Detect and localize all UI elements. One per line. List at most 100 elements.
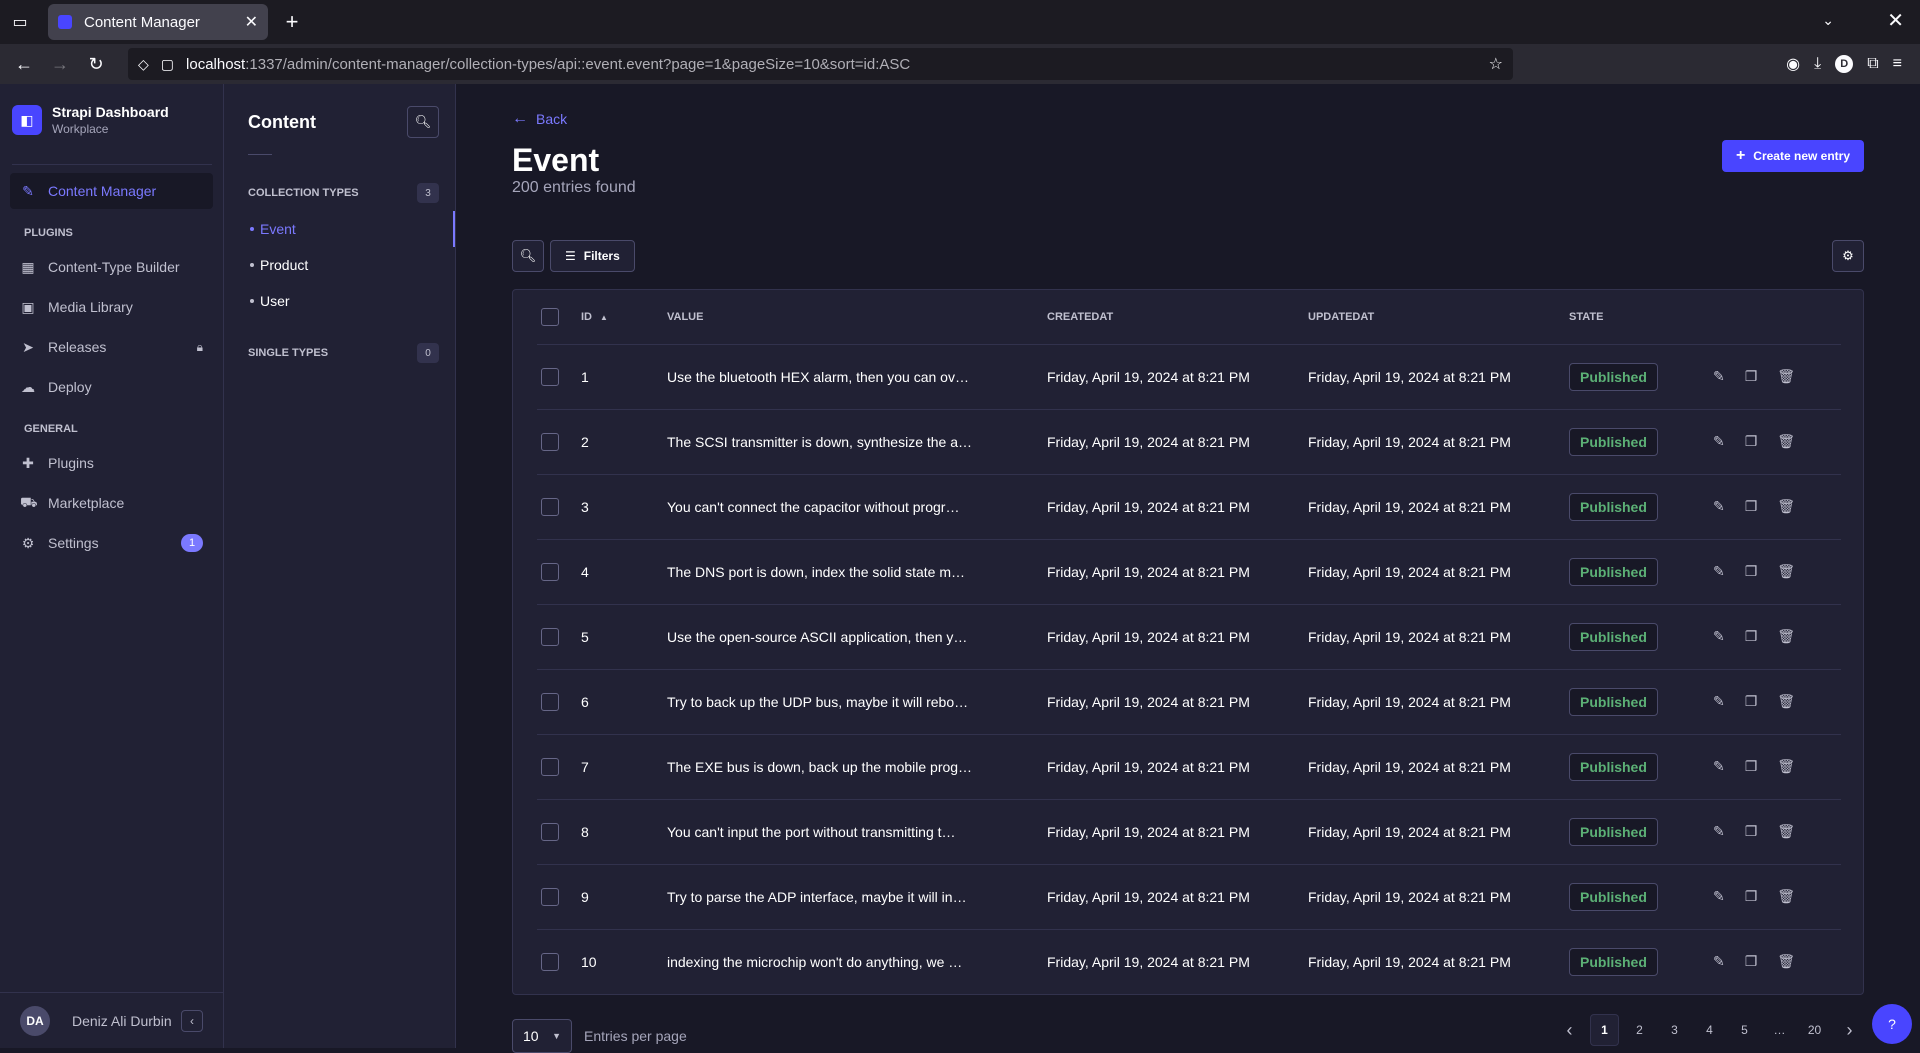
row-checkbox[interactable] — [541, 562, 559, 581]
help-button[interactable]: ? — [1872, 1004, 1912, 1044]
menu-icon[interactable]: ≡ — [1893, 55, 1902, 73]
profile-icon[interactable]: D — [1835, 55, 1854, 73]
edit-pencil-icon[interactable]: ✎ — [1713, 368, 1725, 385]
page-button[interactable]: 3 — [1660, 1014, 1689, 1046]
trash-icon[interactable]: 🗑︎ — [1777, 693, 1795, 710]
duplicate-icon[interactable]: ❐ — [1745, 563, 1758, 580]
collapse-nav-button[interactable]: ‹ — [181, 1009, 203, 1032]
column-header-value[interactable]: VALUE — [667, 290, 1047, 345]
reload-icon[interactable]: ↻ — [80, 48, 112, 80]
edit-pencil-icon[interactable]: ✎ — [1713, 758, 1725, 775]
new-tab-button[interactable]: + — [274, 4, 310, 40]
duplicate-icon[interactable]: ❐ — [1745, 628, 1758, 645]
edit-pencil-icon[interactable]: ✎ — [1713, 823, 1725, 840]
row-checkbox[interactable] — [541, 952, 559, 971]
chevron-down-icon[interactable]: ⌄ — [1822, 12, 1834, 29]
edit-pencil-icon[interactable]: ✎ — [1713, 693, 1725, 710]
nav-item-content-manager[interactable]: ✎ Content Manager — [10, 173, 213, 209]
subnav-search-button[interactable]: 🔍︎ — [407, 106, 439, 138]
edit-pencil-icon[interactable]: ✎ — [1713, 888, 1725, 905]
page-button[interactable]: 5 — [1730, 1014, 1759, 1046]
create-new-entry-button[interactable]: + Create new entry — [1721, 140, 1864, 172]
row-checkbox[interactable] — [541, 367, 559, 386]
previous-page-icon[interactable]: ‹ — [1555, 1014, 1584, 1046]
table-row[interactable]: 6 Try to back up the UDP bus, maybe it w… — [537, 669, 1841, 735]
browser-tab[interactable]: Content Manager ✕ — [48, 4, 268, 40]
trash-icon[interactable]: 🗑︎ — [1777, 823, 1795, 840]
row-checkbox[interactable] — [541, 692, 559, 711]
row-checkbox[interactable] — [541, 757, 559, 776]
close-tab-icon[interactable]: ✕ — [245, 12, 258, 32]
table-row[interactable]: 8 You can't input the port without trans… — [537, 799, 1841, 865]
edit-pencil-icon[interactable]: ✎ — [1713, 953, 1725, 970]
pocket-icon[interactable]: ◉ — [1786, 54, 1800, 74]
duplicate-icon[interactable]: ❐ — [1745, 368, 1758, 385]
page-button[interactable]: 4 — [1695, 1014, 1724, 1046]
extensions-icon[interactable]: ⧉ — [1867, 55, 1878, 73]
table-row[interactable]: 5 Use the open-source ASCII application,… — [537, 604, 1841, 670]
page-info-icon[interactable]: ▢ — [161, 56, 174, 73]
user-menu[interactable]: DA Deniz Ali Durbin ‹ — [0, 992, 223, 1048]
nav-item-media-library[interactable]: ▣ Media Library — [10, 289, 213, 325]
nav-item-plugins[interactable]: ✚ Plugins — [10, 445, 213, 481]
column-header-id[interactable]: ID ▲ — [581, 290, 667, 345]
page-button[interactable]: 20 — [1800, 1014, 1829, 1046]
trash-icon[interactable]: 🗑︎ — [1777, 368, 1795, 385]
nav-item-marketplace[interactable]: ⛟ Marketplace — [10, 485, 213, 521]
window-close-icon[interactable]: ✕ — [1887, 8, 1904, 33]
table-row[interactable]: 2 The SCSI transmitter is down, synthesi… — [537, 409, 1841, 475]
select-all-checkbox[interactable] — [541, 307, 559, 326]
duplicate-icon[interactable]: ❐ — [1745, 953, 1758, 970]
trash-icon[interactable]: 🗑︎ — [1777, 433, 1795, 450]
table-row[interactable]: 9 Try to parse the ADP interface, maybe … — [537, 864, 1841, 930]
subnav-item-user[interactable]: User — [224, 283, 455, 319]
page-button[interactable]: 1 — [1590, 1014, 1619, 1046]
nav-item-settings[interactable]: ⚙ Settings 1 — [10, 525, 213, 561]
url-bar[interactable]: ◇ ▢ localhost:1337/admin/content-manager… — [128, 48, 1513, 80]
table-row[interactable]: 3 You can't connect the capacitor withou… — [537, 474, 1841, 540]
row-checkbox[interactable] — [541, 432, 559, 451]
trash-icon[interactable]: 🗑︎ — [1777, 498, 1795, 515]
duplicate-icon[interactable]: ❐ — [1745, 433, 1758, 450]
back-link[interactable]: ← Back — [512, 110, 567, 128]
row-checkbox[interactable] — [541, 627, 559, 646]
table-row[interactable]: 7 The EXE bus is down, back up the mobil… — [537, 734, 1841, 800]
shield-icon[interactable]: ◇ — [138, 56, 149, 73]
forward-arrow-icon[interactable]: → — [44, 48, 76, 80]
duplicate-icon[interactable]: ❐ — [1745, 498, 1758, 515]
duplicate-icon[interactable]: ❐ — [1745, 758, 1758, 775]
edit-pencil-icon[interactable]: ✎ — [1713, 433, 1725, 450]
trash-icon[interactable]: 🗑︎ — [1777, 563, 1795, 580]
trash-icon[interactable]: 🗑︎ — [1777, 888, 1795, 905]
duplicate-icon[interactable]: ❐ — [1745, 888, 1758, 905]
table-row[interactable]: 1 Use the bluetooth HEX alarm, then you … — [537, 344, 1841, 410]
subnav-item-product[interactable]: Product — [224, 247, 455, 283]
nav-item-content-type-builder[interactable]: ▦ Content-Type Builder — [10, 249, 213, 285]
bookmark-star-icon[interactable]: ☆ — [1489, 54, 1503, 74]
download-icon[interactable]: ⤓ — [1814, 55, 1821, 73]
edit-pencil-icon[interactable]: ✎ — [1713, 563, 1725, 580]
column-header-updatedat[interactable]: UPDATEDAT — [1308, 290, 1569, 345]
subnav-item-event[interactable]: Event — [224, 211, 455, 247]
next-page-icon[interactable]: › — [1835, 1014, 1864, 1046]
filters-button[interactable]: ☰ Filters — [550, 240, 635, 272]
table-row[interactable]: 4 The DNS port is down, index the solid … — [537, 539, 1841, 605]
edit-pencil-icon[interactable]: ✎ — [1713, 498, 1725, 515]
user-name[interactable]: Deniz Ali Durbin — [72, 1013, 172, 1029]
avatar[interactable]: DA — [20, 1005, 50, 1036]
column-header-state[interactable]: STATE — [1569, 290, 1689, 345]
duplicate-icon[interactable]: ❐ — [1745, 823, 1758, 840]
trash-icon[interactable]: 🗑︎ — [1777, 953, 1795, 970]
row-checkbox[interactable] — [541, 822, 559, 841]
trash-icon[interactable]: 🗑︎ — [1777, 628, 1795, 645]
tab-list-icon[interactable]: ▭ — [0, 0, 40, 44]
page-button[interactable]: 2 — [1625, 1014, 1654, 1046]
table-row[interactable]: 10 indexing the microchip won't do anyth… — [537, 929, 1841, 994]
table-search-button[interactable]: 🔍︎ — [512, 240, 544, 272]
back-arrow-icon[interactable]: ← — [8, 48, 40, 80]
row-checkbox[interactable] — [541, 497, 559, 516]
edit-pencil-icon[interactable]: ✎ — [1713, 628, 1725, 645]
row-checkbox[interactable] — [541, 887, 559, 906]
duplicate-icon[interactable]: ❐ — [1745, 693, 1758, 710]
nav-item-deploy[interactable]: ☁ Deploy — [10, 369, 213, 405]
